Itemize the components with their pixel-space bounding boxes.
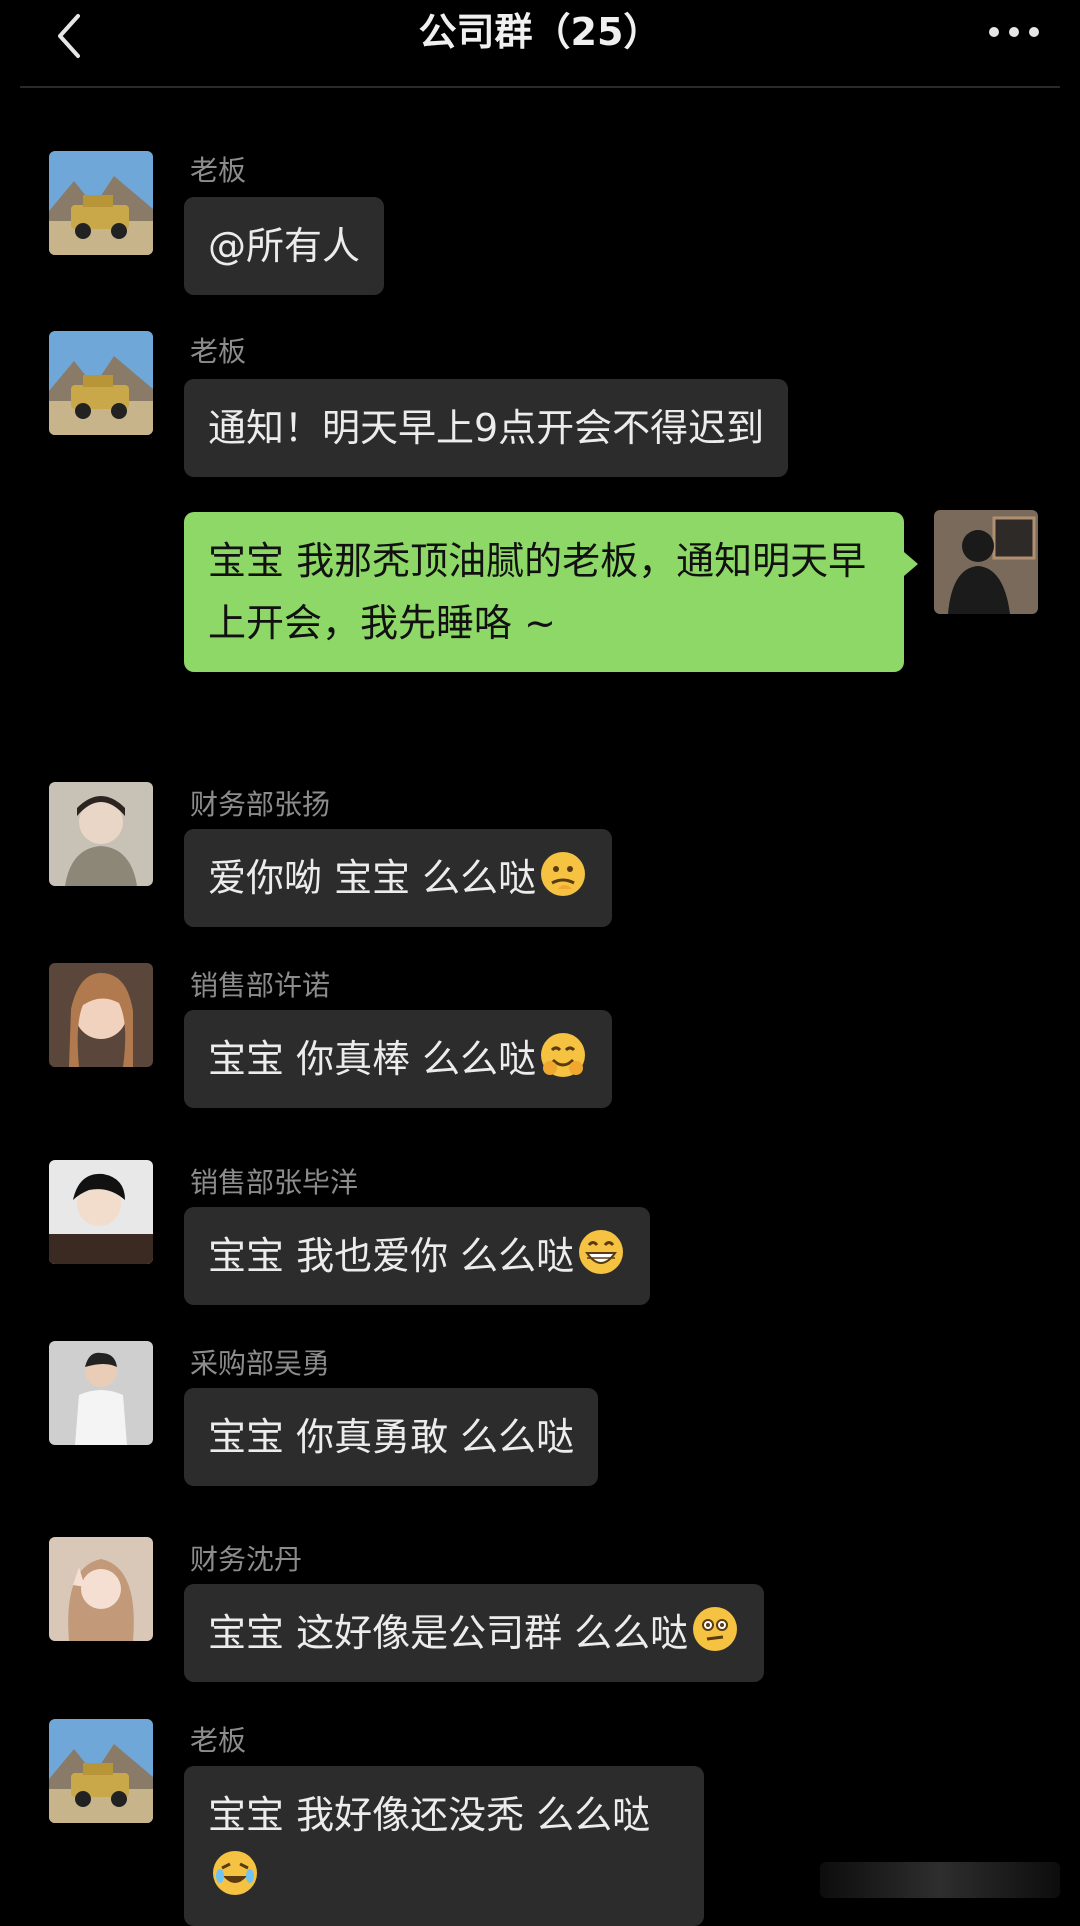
car-avatar-image — [49, 331, 153, 435]
avatar[interactable] — [49, 331, 153, 435]
message-bubble[interactable]: 宝宝 我好像还没秃 么么哒 — [184, 1766, 704, 1926]
message-text: 宝宝 我那秃顶油腻的老板，通知明天早上开会，我先睡咯 ~ — [208, 539, 867, 645]
car-avatar-image — [49, 1719, 153, 1823]
sender-name: 财务沈丹 — [190, 1543, 303, 1576]
message-text: 宝宝 我好像还没秃 么么哒 — [208, 1793, 651, 1837]
thinking-face-emoji — [538, 849, 588, 899]
hugging-face-emoji — [538, 1030, 588, 1080]
avatar[interactable] — [49, 782, 153, 886]
sender-name: 财务部张扬 — [190, 788, 331, 821]
avatar[interactable] — [49, 1160, 153, 1264]
sender-name: 采购部吴勇 — [190, 1347, 331, 1380]
message-bubble[interactable]: @所有人 — [184, 197, 385, 295]
crying-laugh-emoji — [210, 1848, 260, 1898]
chat-area[interactable]: 老板 @所有人 老板 通知！明天早上9点开会不得迟到 宝宝 我那秃顶油腻的老板，… — [0, 0, 1080, 1926]
message-bubble[interactable]: 宝宝 你真勇敢 么么哒 — [184, 1388, 599, 1486]
car-avatar-image — [49, 151, 153, 255]
sender-name: 销售部张毕洋 — [190, 1166, 359, 1199]
message-bubble[interactable]: 宝宝 我也爱你 么么哒 — [184, 1207, 651, 1305]
message-text: @所有人 — [208, 224, 361, 268]
message-bubble[interactable]: 通知！明天早上9点开会不得迟到 — [184, 379, 789, 477]
message-bubble[interactable]: 宝宝 这好像是公司群 么么哒 — [184, 1584, 765, 1682]
sender-name: 老板 — [190, 1724, 247, 1757]
avatar[interactable] — [49, 151, 153, 255]
grinning-face-emoji — [576, 1227, 626, 1277]
user-avatar-image — [49, 1160, 153, 1264]
my-message-bubble[interactable]: 宝宝 我那秃顶油腻的老板，通知明天早上开会，我先睡咯 ~ — [184, 512, 918, 672]
sender-name: 老板 — [190, 335, 247, 368]
avatar[interactable] — [49, 1341, 153, 1445]
self-avatar-image — [934, 510, 1038, 614]
awkward-face-emoji — [690, 1604, 740, 1654]
message-bubble[interactable]: 爱你呦 宝宝 么么哒 — [184, 829, 613, 927]
user-avatar-image — [49, 782, 153, 886]
message-text: 宝宝 我也爱你 么么哒 — [208, 1234, 575, 1278]
sender-name: 销售部许诺 — [190, 969, 331, 1002]
sender-name: 老板 — [190, 154, 247, 187]
avatar[interactable] — [49, 963, 153, 1067]
user-avatar-image — [49, 963, 153, 1067]
watermark — [820, 1862, 1060, 1898]
my-avatar[interactable] — [934, 510, 1038, 614]
user-avatar-image — [49, 1537, 153, 1641]
message-text: 宝宝 你真勇敢 么么哒 — [208, 1415, 575, 1459]
avatar[interactable] — [49, 1719, 153, 1823]
user-avatar-image — [49, 1341, 153, 1445]
message-text: 通知！明天早上9点开会不得迟到 — [208, 406, 765, 450]
message-text: 爱你呦 宝宝 么么哒 — [208, 856, 537, 900]
message-text: 宝宝 这好像是公司群 么么哒 — [208, 1611, 689, 1655]
message-bubble[interactable]: 宝宝 你真棒 么么哒 — [184, 1010, 613, 1108]
message-text: 宝宝 你真棒 么么哒 — [208, 1037, 537, 1081]
avatar[interactable] — [49, 1537, 153, 1641]
